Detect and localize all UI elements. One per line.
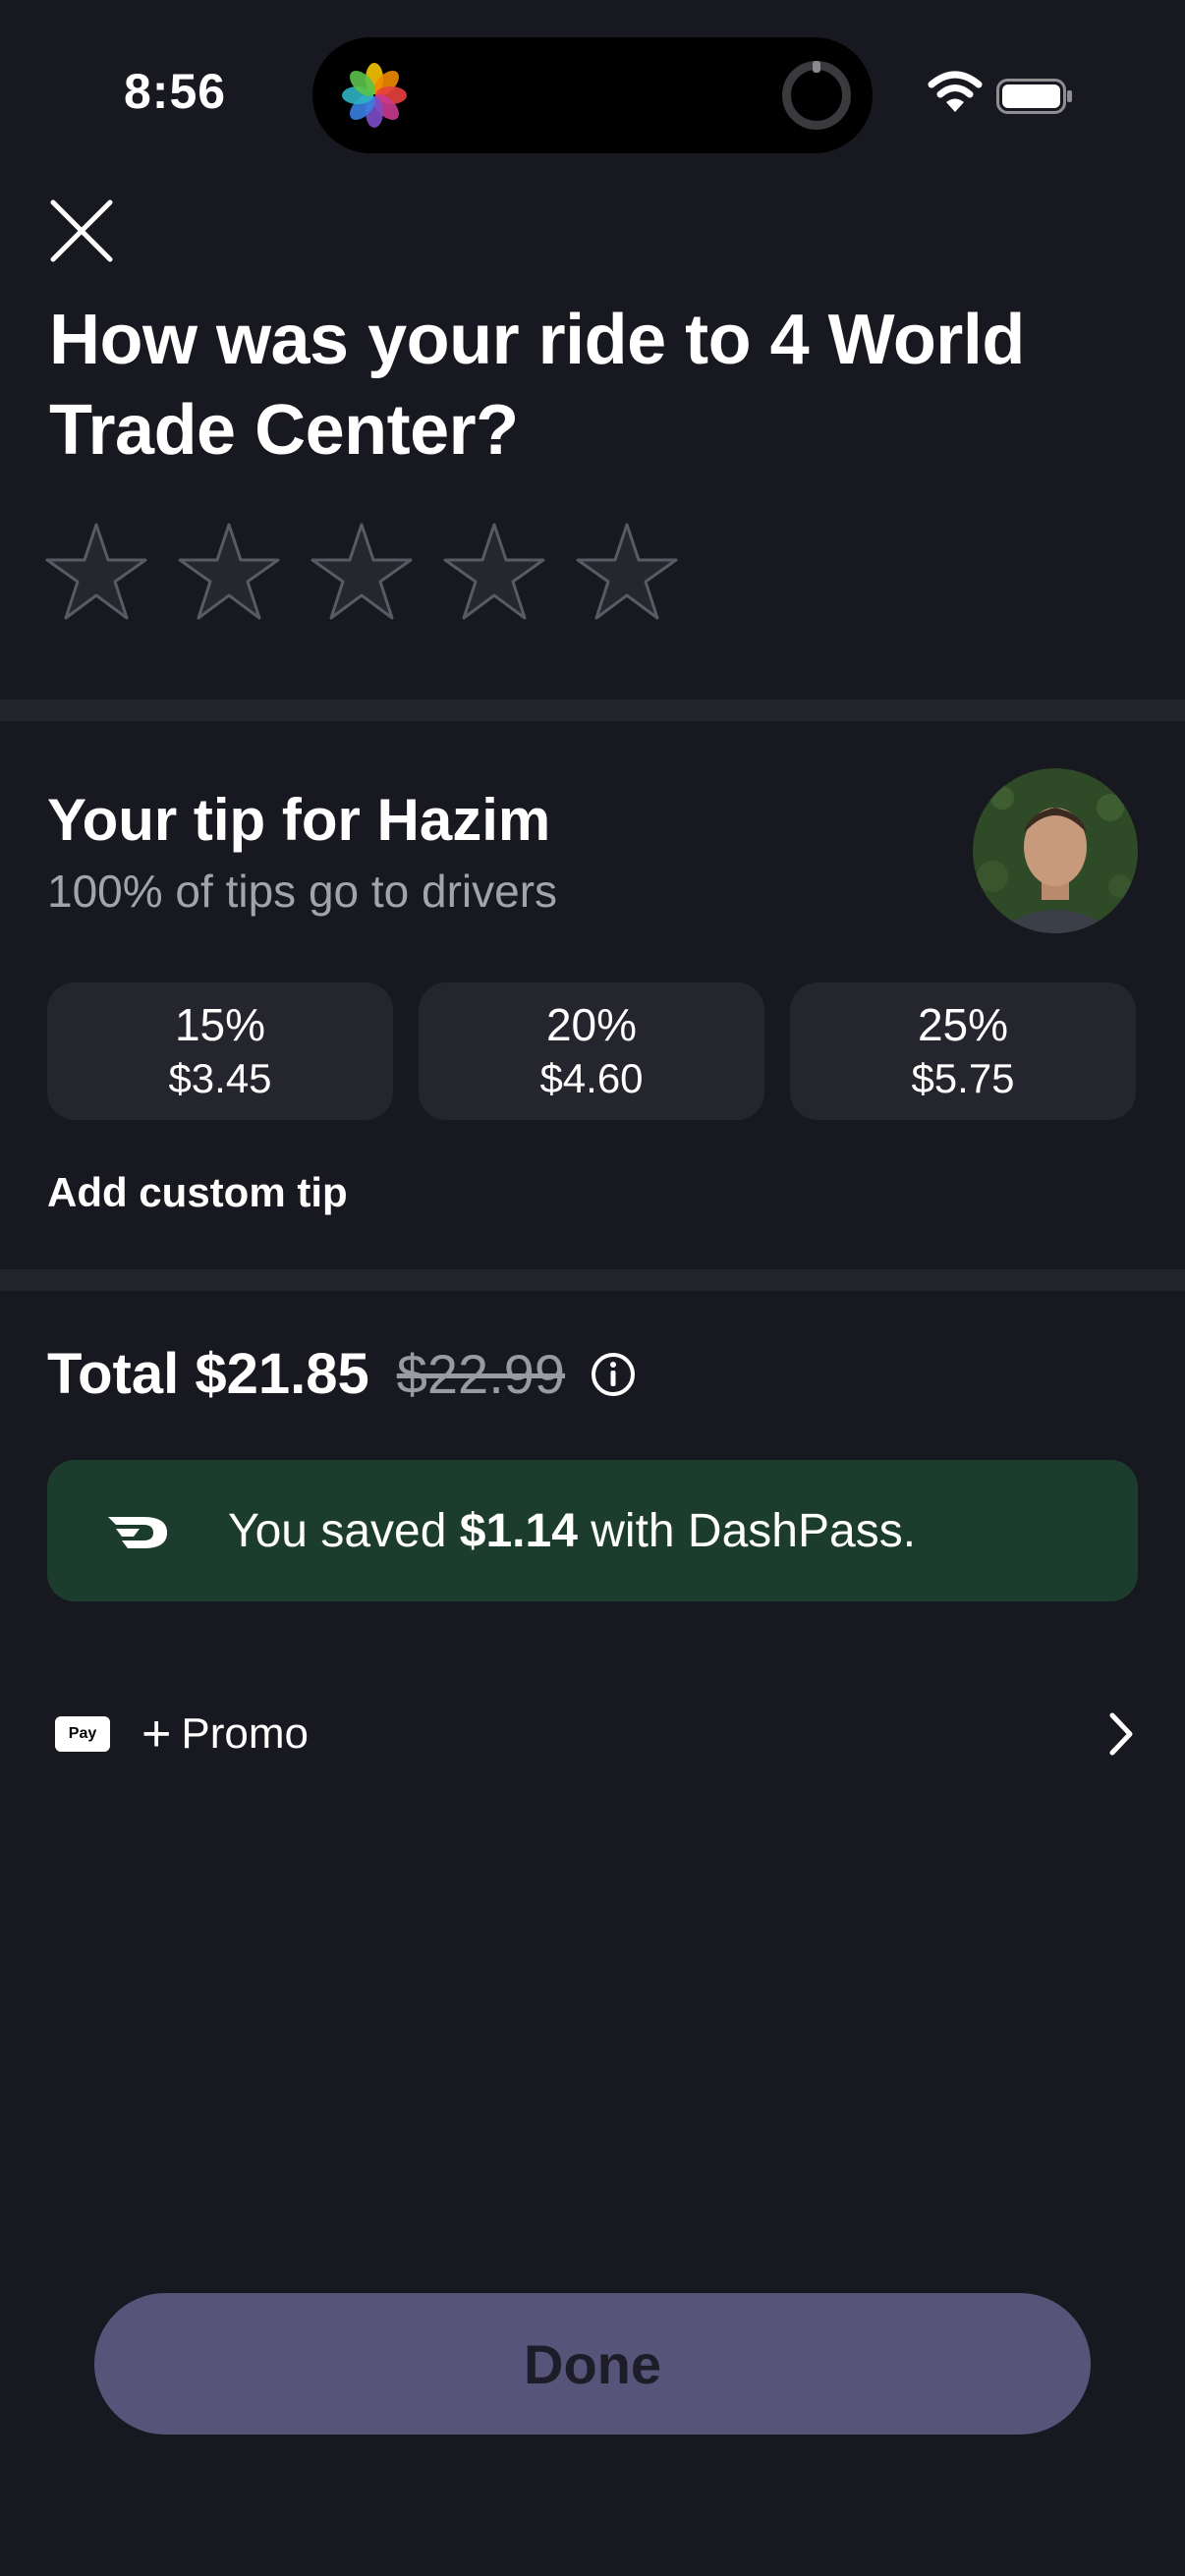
apple-pay-icon: Pay [55, 1716, 110, 1752]
tip-option-amount: $5.75 [911, 1055, 1015, 1101]
section-divider [0, 1269, 1185, 1291]
activity-ring-icon [782, 61, 851, 130]
savings-text: You saved $1.14 with DashPass. [228, 1504, 916, 1558]
tip-option-15[interactable]: 15% $3.45 [47, 982, 393, 1120]
savings-amount: $1.14 [459, 1504, 578, 1557]
tip-title: Your tip for Hazim [47, 787, 551, 853]
star-2-icon[interactable] [178, 521, 280, 623]
tip-option-percent: 15% [174, 999, 266, 1050]
star-1-icon[interactable] [45, 521, 147, 623]
wifi-icon [928, 71, 983, 112]
done-button[interactable]: Done [94, 2293, 1091, 2435]
add-promo[interactable]: + Promo [141, 1705, 309, 1764]
tip-subtitle: 100% of tips go to drivers [47, 866, 558, 917]
ride-rating-screen: 8:56 How was your ride to 4 World Trade … [0, 0, 1185, 2576]
dashpass-icon [108, 1517, 167, 1548]
info-icon[interactable] [591, 1352, 636, 1397]
battery-icon [996, 79, 1072, 114]
tip-option-percent: 20% [545, 999, 638, 1050]
total-row: Total $21.85 $22.99 [47, 1341, 636, 1407]
add-custom-tip-link[interactable]: Add custom tip [47, 1169, 348, 1216]
star-3-icon[interactable] [310, 521, 413, 623]
tip-options: 15% $3.45 20% $4.60 25% $5.75 [47, 982, 1136, 1120]
status-time: 8:56 [124, 64, 227, 119]
dynamic-island [312, 37, 873, 153]
apple-pay-label: Pay [68, 1725, 97, 1742]
section-divider [0, 700, 1185, 721]
tip-option-20[interactable]: 20% $4.60 [419, 982, 764, 1120]
close-icon[interactable] [49, 198, 114, 263]
star-4-icon[interactable] [443, 521, 545, 623]
promo-label: Promo [181, 1709, 309, 1758]
star-5-icon[interactable] [576, 521, 678, 623]
savings-prefix: You saved [228, 1504, 447, 1557]
tip-option-amount: $4.60 [539, 1055, 644, 1101]
photos-icon [342, 63, 407, 128]
savings-suffix: with DashPass. [591, 1504, 917, 1557]
star-rating [45, 521, 678, 623]
tip-option-25[interactable]: 25% $5.75 [790, 982, 1136, 1120]
driver-avatar [973, 768, 1138, 933]
tip-option-percent: 25% [917, 999, 1009, 1050]
tip-option-amount: $3.45 [168, 1055, 272, 1101]
total-amount: Total $21.85 [47, 1342, 369, 1406]
ride-rating-title: How was your ride to 4 World Trade Cente… [49, 301, 1025, 470]
dashpass-savings-banner: You saved $1.14 with DashPass. [47, 1460, 1138, 1601]
original-total: $22.99 [396, 1343, 566, 1405]
payment-promo-row[interactable]: Pay + Promo [55, 1700, 1146, 1768]
plus-icon: + [141, 1706, 172, 1763]
chevron-right-icon [1109, 1712, 1133, 1756]
